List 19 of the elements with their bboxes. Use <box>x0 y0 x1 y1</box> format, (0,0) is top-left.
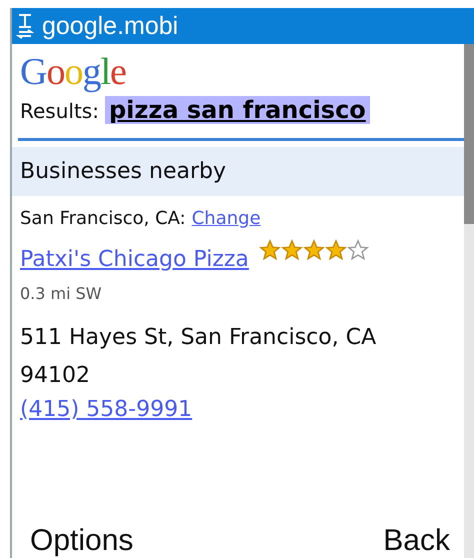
business-link[interactable]: Patxi's Chicago Pizza <box>20 247 249 272</box>
star-icon <box>280 239 303 261</box>
phone-link[interactable]: (415) 558-9991 <box>20 397 192 422</box>
results-label: Results: <box>20 99 99 123</box>
star-icon <box>258 239 281 261</box>
softkey-button[interactable]: Options <box>30 524 134 558</box>
star-icon <box>346 239 369 261</box>
search-query[interactable]: pizza san francisco <box>104 96 370 124</box>
address-text: 511 Hayes St, San Francisco, CA 94102 <box>20 324 378 390</box>
window-title: google.mobi <box>42 12 178 40</box>
distance-text: 0.3 mi SW <box>20 284 103 303</box>
star-icon <box>324 239 347 261</box>
location-label: San Francisco, CA: <box>20 208 186 229</box>
scrollbar-thumb[interactable] <box>464 44 474 224</box>
logo: Google <box>20 50 126 94</box>
section-header: Businesses nearby <box>12 147 464 196</box>
softkey-button[interactable]: Back <box>383 524 450 558</box>
star-icon <box>302 239 325 261</box>
change-link[interactable]: Change <box>192 208 261 229</box>
